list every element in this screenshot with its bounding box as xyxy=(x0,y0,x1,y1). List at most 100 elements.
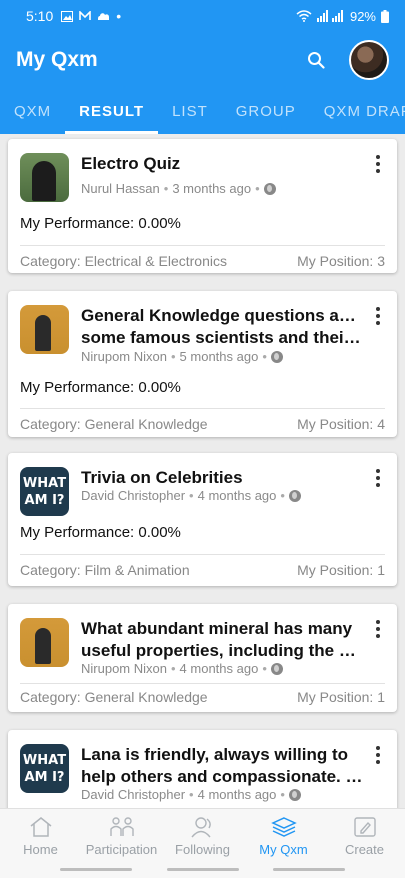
more-options-button[interactable] xyxy=(375,307,381,325)
status-bar: 5:10 • 92% xyxy=(0,0,405,32)
card-title: General Knowledge questions about some f… xyxy=(81,305,363,349)
cloud-icon xyxy=(98,12,110,20)
result-card[interactable]: Electro Quiz Nurul Hassan • 3 months ago… xyxy=(8,139,397,273)
nav-participation[interactable]: Participation xyxy=(81,809,162,864)
more-options-button[interactable] xyxy=(375,620,381,638)
globe-icon xyxy=(270,662,283,675)
layers-icon xyxy=(270,816,297,838)
tab-result[interactable]: RESULT xyxy=(65,88,158,134)
card-position: My Position: 4 xyxy=(297,416,385,432)
result-card[interactable]: General Knowledge questions about some f… xyxy=(8,291,397,437)
status-time: 5:10 xyxy=(26,8,54,24)
create-icon xyxy=(352,816,378,838)
card-category: Category: Electrical & Electronics xyxy=(20,253,227,269)
card-thumbnail: WHAT AM I? xyxy=(20,467,69,516)
card-footer: Category: General Knowledge My Position:… xyxy=(20,689,385,705)
following-icon xyxy=(190,816,216,838)
card-thumbnail: WHAT AM I? xyxy=(20,744,69,793)
card-author[interactable]: David Christopher xyxy=(81,488,185,503)
card-meta: Nirupom Nixon • 4 months ago • xyxy=(81,661,283,676)
card-title-line: General Knowledge questions about xyxy=(81,306,363,325)
result-card[interactable]: WHAT AM I? Lana is friendly, always will… xyxy=(8,730,397,808)
tab-qxm[interactable]: QXM xyxy=(0,88,65,134)
thumb-text: WHAT xyxy=(22,752,67,768)
card-thumbnail xyxy=(20,153,69,202)
card-title: What abundant mineral has many useful pr… xyxy=(81,618,363,662)
search-button[interactable] xyxy=(305,49,327,71)
nav-participation-label: Participation xyxy=(85,842,158,857)
nav-my-qxm[interactable]: My Qxm xyxy=(243,809,324,864)
tab-bar: QXM RESULT LIST GROUP QXM DRAFT xyxy=(0,88,405,134)
card-footer: Category: Electrical & Electronics My Po… xyxy=(20,253,385,269)
home-icon xyxy=(28,816,54,838)
nav-create[interactable]: Create xyxy=(324,809,405,864)
nav-following[interactable]: Following xyxy=(162,809,243,864)
card-author[interactable]: Nirupom Nixon xyxy=(81,349,167,364)
card-category: Category: General Knowledge xyxy=(20,689,208,705)
bottom-navigation: Home Participation Following My Qxm Crea… xyxy=(0,808,405,864)
card-time: 4 months ago xyxy=(197,488,277,503)
battery-percent: 92% xyxy=(349,8,376,24)
card-divider xyxy=(20,683,385,684)
nav-home-label: Home xyxy=(23,842,58,857)
card-meta: David Christopher • 4 months ago • xyxy=(81,787,301,802)
more-options-button[interactable] xyxy=(375,469,381,487)
system-gesture-bar xyxy=(0,864,405,878)
nav-create-label: Create xyxy=(344,842,385,857)
card-author[interactable]: Nurul Hassan xyxy=(81,181,160,196)
result-card[interactable]: What abundant mineral has many useful pr… xyxy=(8,604,397,712)
card-divider xyxy=(20,245,385,246)
card-footer: Category: General Knowledge My Position:… xyxy=(20,416,385,432)
card-time: 3 months ago xyxy=(172,181,252,196)
card-title-line: What abundant mineral has many xyxy=(81,619,353,638)
card-performance: My Performance: 0.00% xyxy=(20,524,181,541)
card-title-line: help others and compassionate. W... xyxy=(81,767,363,786)
card-footer: Category: Film & Animation My Position: … xyxy=(20,562,385,578)
tab-qxm-draft[interactable]: QXM DRAFT xyxy=(310,88,405,134)
dot-icon: • xyxy=(116,8,122,24)
card-thumbnail xyxy=(20,305,69,354)
card-divider xyxy=(20,408,385,409)
card-time: 4 months ago xyxy=(179,661,259,676)
tab-list[interactable]: LIST xyxy=(158,88,222,134)
card-title-line: useful properties, including the pie... xyxy=(81,641,363,660)
card-position: My Position: 1 xyxy=(297,562,385,578)
card-title: Lana is friendly, always willing to help… xyxy=(81,744,363,788)
status-right: 92% xyxy=(296,9,389,24)
more-options-button[interactable] xyxy=(375,746,381,764)
more-options-button[interactable] xyxy=(375,155,381,173)
thumb-text: WHAT xyxy=(22,475,67,491)
card-title: Trivia on Celebrities xyxy=(81,467,363,489)
battery-icon xyxy=(381,9,389,23)
thumb-text: AM I? xyxy=(24,769,65,785)
card-time: 5 months ago xyxy=(179,349,259,364)
card-author[interactable]: Nirupom Nixon xyxy=(81,661,167,676)
result-card[interactable]: WHAT AM I? Trivia on Celebrities David C… xyxy=(8,453,397,586)
card-title-line: some famous scientists and their i... xyxy=(81,328,363,347)
search-icon xyxy=(308,52,325,69)
result-list[interactable]: Electro Quiz Nurul Hassan • 3 months ago… xyxy=(0,134,405,808)
notification-icons: • xyxy=(61,8,122,24)
tab-group[interactable]: GROUP xyxy=(222,88,310,134)
card-category: Category: Film & Animation xyxy=(20,562,190,578)
image-icon xyxy=(61,10,74,22)
signal-icon xyxy=(316,10,343,22)
card-time: 4 months ago xyxy=(197,787,277,802)
card-meta: David Christopher • 4 months ago • xyxy=(81,488,301,503)
card-title-line: Trivia on Celebrities xyxy=(81,468,243,487)
card-title-line: Lana is friendly, always willing to xyxy=(81,745,349,764)
thumb-text: AM I? xyxy=(24,492,65,508)
participation-icon xyxy=(109,816,135,838)
card-author[interactable]: David Christopher xyxy=(81,787,185,802)
globe-icon xyxy=(288,788,301,801)
profile-avatar[interactable] xyxy=(349,40,389,80)
card-performance: My Performance: 0.00% xyxy=(20,215,181,232)
nav-home[interactable]: Home xyxy=(0,809,81,864)
page-title: My Qxm xyxy=(16,48,98,71)
app-bar: My Qxm xyxy=(0,32,405,88)
card-position: My Position: 1 xyxy=(297,689,385,705)
nav-following-label: Following xyxy=(175,842,230,857)
card-meta: Nurul Hassan • 3 months ago • xyxy=(81,181,276,196)
card-divider xyxy=(20,554,385,555)
card-position: My Position: 3 xyxy=(297,253,385,269)
